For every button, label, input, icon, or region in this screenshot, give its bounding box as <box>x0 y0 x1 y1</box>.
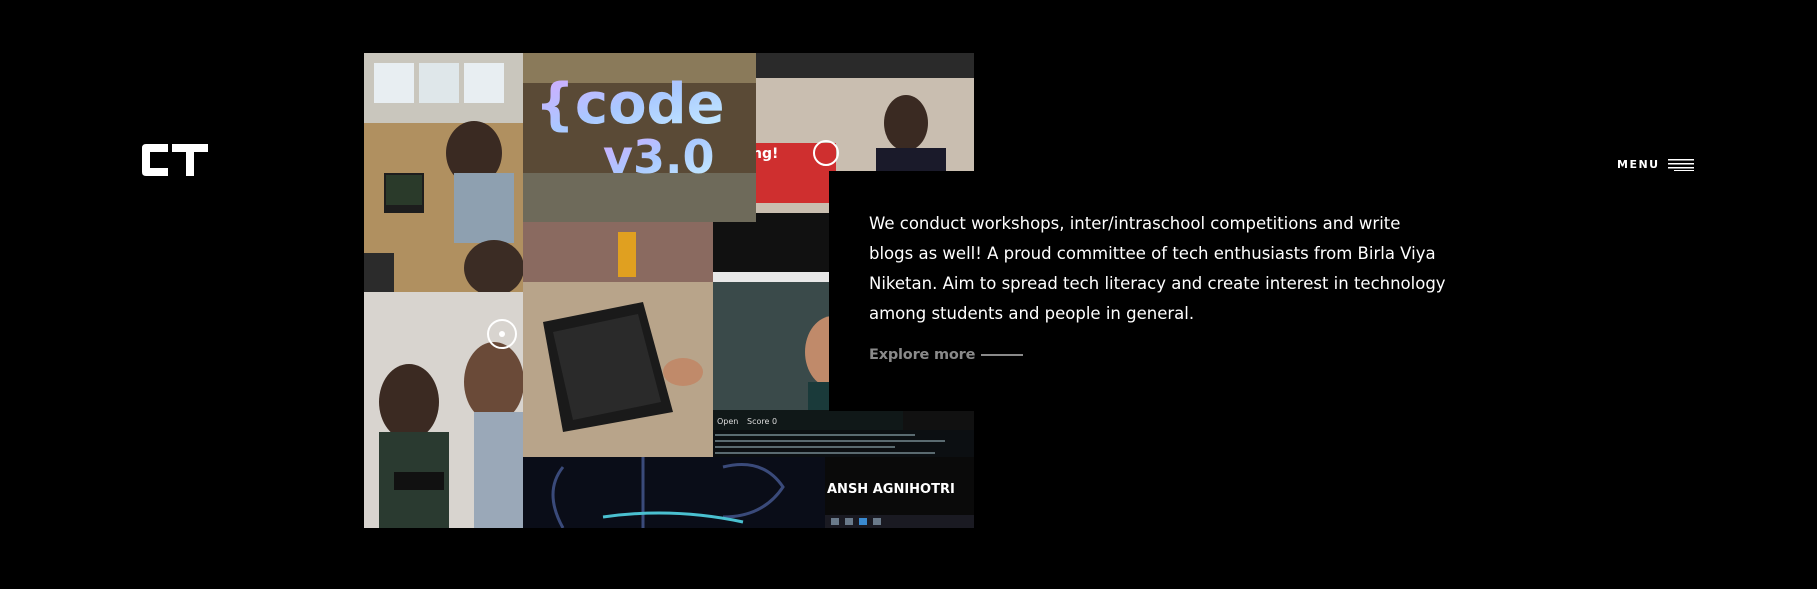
ct-logo-icon <box>142 144 208 176</box>
page: CT MENU <box>0 0 1817 589</box>
video-name-label: ANSH AGNIHOTRI <box>827 482 955 497</box>
menu-button[interactable]: MENU <box>1617 158 1694 171</box>
photo-students-gaming <box>364 292 523 528</box>
photo-video-name: ANSH AGNIHOTRI <box>825 457 974 528</box>
video-open-label: Open <box>717 417 738 426</box>
about-description: We conduct workshops, inter/intraschool … <box>869 214 1446 323</box>
photo-laptop-table <box>523 222 713 457</box>
poster-code-text: {code <box>535 72 725 137</box>
video-score-label: Score 0 <box>747 417 777 426</box>
photo-code-poster: {code v3.0 <box>523 53 756 222</box>
explore-more-line <box>981 354 1024 356</box>
poster-version-text: v3.0 <box>603 130 714 184</box>
photo-code-graphic <box>523 457 825 528</box>
terminal-strip <box>713 430 974 458</box>
site-logo[interactable]: CT <box>138 140 210 180</box>
photo-computer-lab <box>364 53 523 292</box>
poster-side-text: ng! <box>756 146 778 162</box>
explore-more-label: Explore more <box>869 347 976 363</box>
explore-more-link[interactable]: Explore more <box>869 347 1024 363</box>
about-panel: We conduct workshops, inter/intraschool … <box>829 171 1469 411</box>
menu-label: MENU <box>1617 158 1660 171</box>
hamburger-icon <box>1667 158 1694 171</box>
